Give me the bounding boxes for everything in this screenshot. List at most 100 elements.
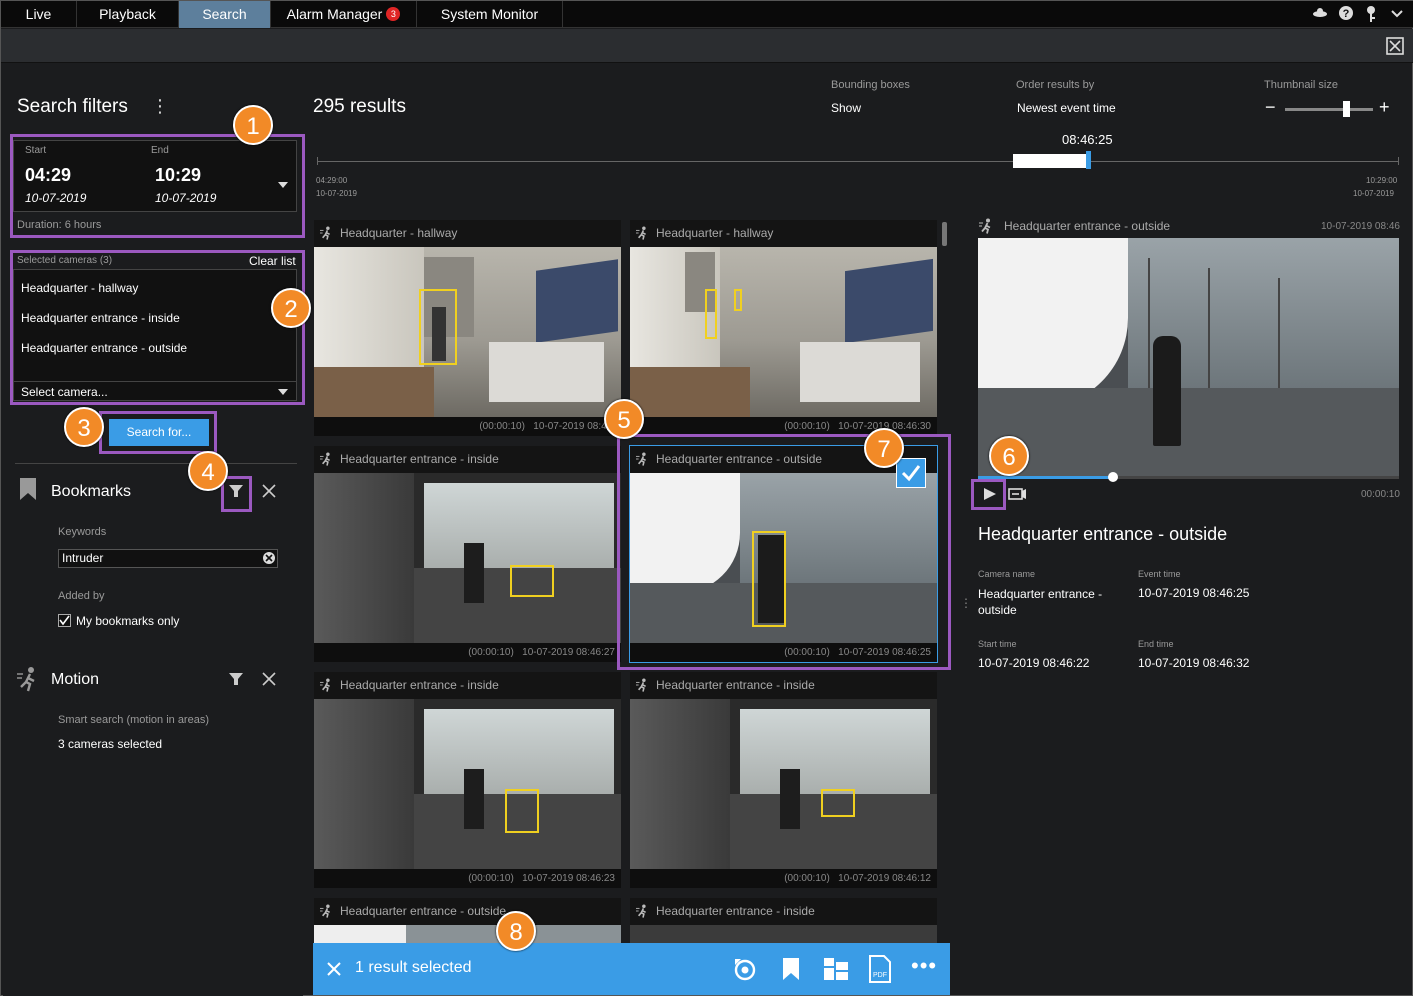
resize-handle-icon[interactable]: ⋮ [960, 596, 972, 610]
motion-icon [979, 218, 995, 234]
export-icon[interactable] [733, 957, 757, 981]
end-time: 10:29 [155, 165, 202, 185]
selection-action-bar: 1 result selected PDF ••• [313, 943, 950, 995]
tab-live[interactable]: Live [1, 1, 77, 28]
close-icon[interactable] [327, 962, 341, 976]
tab-alarm-manager[interactable]: Alarm Manager 3 [271, 1, 417, 28]
search-for-button[interactable]: Search for... [109, 419, 209, 446]
app-window: Live Playback Search Alarm Manager 3 Syst… [0, 0, 1413, 996]
timeline-tick [317, 157, 318, 165]
bookmark-icon[interactable] [782, 957, 800, 981]
tile-title: Headquarter - hallway [656, 226, 774, 240]
more-actions-icon[interactable]: ••• [911, 953, 937, 979]
timeline-end-time: 10:29:00 [1366, 176, 1398, 185]
result-tile[interactable]: Headquarter - hallway (00:00:10) 10-07-2… [314, 220, 621, 436]
network-icon[interactable] [1312, 7, 1328, 21]
camera-list-item[interactable]: Headquarter entrance - inside [21, 311, 180, 325]
clear-input-icon[interactable] [262, 551, 276, 565]
bounding-boxes-dropdown[interactable]: Show [831, 101, 861, 115]
pdf-report-icon[interactable]: PDF [869, 955, 891, 983]
filters-title: Search filters [17, 96, 128, 117]
tile-footer: (00:00:10) 10-07-2019 08:46:23 [314, 869, 621, 888]
tile-duration: (00:00:10) [479, 421, 525, 432]
motion-icon [320, 226, 334, 240]
motion-close-icon[interactable] [262, 672, 276, 686]
thumbnail-larger-icon[interactable]: + [1379, 97, 1390, 118]
motion-icon [636, 226, 650, 240]
camera-dropdown-icon[interactable] [278, 389, 288, 395]
order-results-label: Order results by [1016, 79, 1095, 91]
cameras-selected[interactable]: 3 cameras selected [58, 737, 162, 751]
preview-progress-handle[interactable] [1107, 472, 1118, 482]
tab-system-monitor[interactable]: System Monitor [417, 1, 563, 28]
callout-6: 6 [989, 436, 1029, 476]
timeline-range[interactable] [1013, 154, 1087, 168]
tile-header: Headquarter entrance - inside [630, 672, 937, 699]
my-bookmarks-checkbox[interactable] [58, 614, 71, 627]
tile-title: Headquarter entrance - inside [340, 678, 499, 692]
preview-video[interactable] [978, 238, 1399, 479]
help-icon[interactable]: ? [1338, 5, 1354, 21]
toolbar-strip [1, 29, 1413, 63]
preview-header-title: Headquarter entrance - outside [1004, 219, 1171, 233]
callout-2: 2 [271, 288, 311, 328]
timeline-track[interactable] [317, 161, 1399, 162]
end-label: End [151, 145, 169, 156]
tab-alarm-manager-label: Alarm Manager [286, 6, 383, 22]
motion-filter-icon[interactable] [229, 672, 243, 686]
tile-title: Headquarter entrance - inside [656, 904, 815, 918]
callout-1: 1 [233, 105, 273, 145]
result-tile[interactable]: Headquarter entrance - outside [314, 898, 621, 945]
duration-label: Duration: 6 hours [17, 219, 101, 231]
tile-duration: (00:00:10) [784, 421, 830, 432]
timeline-start-time: 04:29:00 [316, 176, 348, 185]
thumbnail-size-label: Thumbnail size [1264, 79, 1338, 91]
start-time-value: 10-07-2019 08:46:22 [978, 656, 1090, 670]
bookmark-icon [20, 478, 36, 500]
result-tile[interactable]: Headquarter entrance - inside (00:00:10)… [630, 672, 937, 888]
tile-duration: (00:00:10) [784, 873, 830, 884]
result-tile[interactable]: Headquarter entrance - inside (00:00:10)… [314, 446, 621, 662]
clear-list-link[interactable]: Clear list [249, 254, 296, 268]
end-time-value: 10-07-2019 08:46:32 [1138, 656, 1250, 670]
tile-header: Headquarter - hallway [314, 220, 621, 247]
tab-search[interactable]: Search [179, 1, 271, 28]
tile-duration: (00:00:10) [468, 647, 514, 658]
camera-list-item[interactable]: Headquarter - hallway [21, 281, 138, 295]
results-scrollbar[interactable] [942, 222, 947, 246]
result-tile[interactable]: Headquarter - hallway (00:00:10) 10-07-2… [630, 220, 937, 436]
order-results-dropdown[interactable]: Newest event time [1017, 101, 1116, 115]
result-tile[interactable]: Headquarter entrance - inside (00:00:10)… [314, 672, 621, 888]
fullscreen-icon[interactable] [1386, 37, 1404, 55]
tab-playback[interactable]: Playback [77, 1, 179, 28]
timeline-marker[interactable] [1086, 151, 1091, 169]
preview-duration: 00:00:10 [1361, 489, 1400, 500]
timeline-start-date: 10-07-2019 [316, 189, 357, 198]
more-options-icon[interactable]: ⋮ [151, 96, 169, 117]
time-dropdown-icon[interactable] [278, 182, 288, 188]
result-tile-selected[interactable]: Headquarter entrance - outside (00:00:10… [629, 445, 938, 663]
duration-value: 6 hours [64, 219, 102, 231]
tile-header: Headquarter entrance - inside [314, 446, 621, 473]
bookmarks-close-icon[interactable] [262, 484, 276, 498]
select-camera-text: Select camera... [21, 385, 108, 399]
tile-footer: (00:00:10) 10-07-2019 08:46: [314, 417, 621, 436]
tile-header: Headquarter entrance - outside [314, 898, 621, 925]
multiple-views-icon[interactable] [823, 957, 849, 981]
thumbnail-slider-handle[interactable] [1343, 101, 1350, 117]
search-filters-panel: Search filters ⋮ Start End 04:29 10:29 1… [3, 64, 303, 996]
selected-checkbox[interactable] [896, 458, 926, 488]
result-tile[interactable]: Headquarter entrance - inside [630, 898, 937, 945]
svg-text:?: ? [1343, 8, 1350, 20]
tile-thumbnail [314, 473, 621, 643]
play-icon[interactable] [982, 487, 998, 501]
bookmarks-filter-icon[interactable] [229, 484, 243, 498]
thumbnail-size-slider[interactable] [1285, 108, 1373, 111]
callout-5: 5 [604, 399, 644, 439]
camera-list-item[interactable]: Headquarter entrance - outside [21, 341, 187, 355]
thumbnail-smaller-icon[interactable]: − [1265, 97, 1276, 118]
camera-playback-icon[interactable] [1008, 487, 1026, 501]
key-icon[interactable] [1364, 5, 1378, 23]
chevron-down-icon[interactable] [1391, 9, 1403, 19]
tile-timestamp: 10-07-2019 08:46:27 [522, 647, 615, 658]
